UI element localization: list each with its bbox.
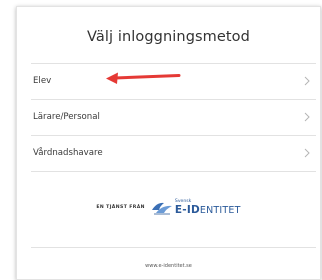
- login-method-card: Välj inloggningsmetod Elev Lärare/Person…: [16, 6, 321, 280]
- brand-name: E-IDENTITET: [174, 203, 241, 216]
- chevron-right-icon: [300, 74, 314, 88]
- e-identitet-logo: Svensk E-IDENTITET: [151, 199, 241, 216]
- option-label: Lärare/Personal: [33, 112, 100, 122]
- divider: [31, 171, 316, 172]
- footer-divider: [31, 247, 316, 248]
- red-arrow-icon: [106, 72, 181, 84]
- brand-prefix: EN TJÄNST FRÅN: [96, 205, 145, 211]
- footer-link[interactable]: www.e-identitet.se: [17, 263, 320, 269]
- option-larare-personal[interactable]: Lärare/Personal: [31, 99, 316, 135]
- option-vardnadshavare[interactable]: Vårdnadshavare: [31, 135, 316, 171]
- page-title: Välj inloggningsmetod: [87, 29, 250, 45]
- option-label: Elev: [33, 76, 52, 86]
- chevron-right-icon: [300, 110, 314, 124]
- option-label: Vårdnadshavare: [33, 148, 103, 158]
- e-identitet-logo-icon: [151, 202, 172, 214]
- brand-name-rest: ENTITET: [199, 204, 241, 216]
- chevron-right-icon: [300, 146, 314, 160]
- brand-block: EN TJÄNST FRÅN Svensk E-IDENTITET: [17, 199, 320, 216]
- brand-name-lead: E-ID: [174, 203, 200, 216]
